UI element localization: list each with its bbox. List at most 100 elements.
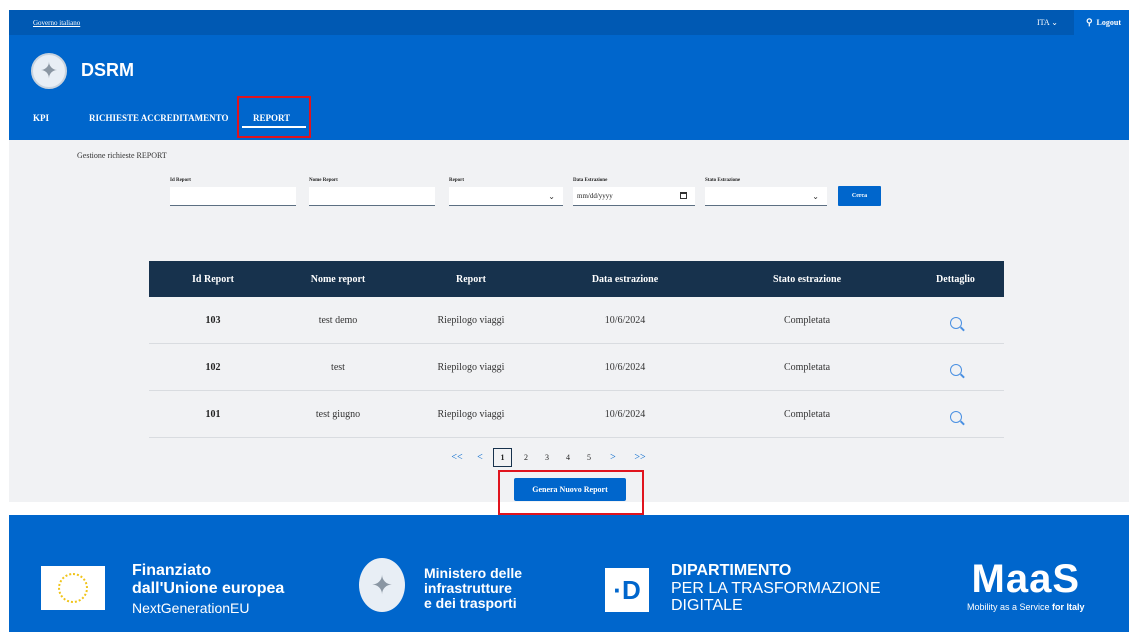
data-estrazione-input[interactable]: mm/dd/yyyy	[573, 187, 695, 206]
cell-dettaglio	[907, 356, 1004, 379]
dtd-logo-text: ·D	[613, 574, 641, 605]
eu-line3: NextGenerationEU	[132, 600, 250, 616]
cell-data-estrazione: 10/6/2024	[604, 361, 646, 373]
mit-line2: infrastrutture	[424, 580, 512, 596]
report-table: Id Report Nome report Report Data estraz…	[149, 261, 1004, 438]
logout-button[interactable]: ⚲ Logout	[1073, 10, 1129, 35]
language-selector[interactable]: ITA ⌄	[1037, 18, 1058, 27]
stato-estrazione-label: Stato Estrazione	[705, 178, 741, 183]
cell-dettaglio	[907, 309, 1004, 332]
brand-title: DSRM	[81, 60, 134, 80]
search-button[interactable]: Cerca	[838, 186, 881, 206]
report-filter: Report ⌄	[449, 178, 563, 206]
search-icon[interactable]	[949, 410, 962, 423]
user-icon: ⚲	[1085, 17, 1093, 27]
ministry-emblem-icon: ✦	[359, 558, 405, 612]
cell-data-estrazione: 10/6/2024	[604, 408, 646, 420]
report-label: Report	[449, 178, 464, 183]
column-header: Dettaglio	[936, 273, 975, 285]
pagination-next[interactable]: >	[596, 452, 630, 463]
cell-data-estrazione: 10/6/2024	[604, 314, 646, 326]
column-header: Stato estrazione	[772, 273, 842, 285]
column-header: Id Report	[192, 273, 234, 285]
cell-nome-report: test demo	[318, 314, 358, 326]
pagination-first[interactable]: <<	[447, 452, 467, 463]
calendar-icon[interactable]	[680, 192, 687, 199]
ministry-text: Ministero delle infrastrutture e dei tra…	[424, 566, 522, 611]
nav-item-richieste-accreditamento[interactable]: RICHIESTE ACCREDITAMENTO	[89, 113, 228, 123]
maas-tag-bold: for Italy	[1052, 602, 1085, 612]
search-icon[interactable]	[949, 316, 962, 329]
government-link[interactable]: Governo italiano	[33, 19, 80, 27]
highlight-box-generate-button	[498, 470, 644, 515]
eu-funding-text: Finanziato dall'Unione europea NextGener…	[132, 562, 284, 618]
eu-line2: dall'Unione europea	[132, 580, 285, 597]
mit-line3: e dei trasporti	[424, 595, 517, 611]
search-icon[interactable]	[949, 363, 962, 376]
top-bar-right: ITA ⌄ ⚲ Logout	[1037, 10, 1129, 35]
top-bar: Governo italiano ITA ⌄ ⚲ Logout	[9, 10, 1129, 35]
data-estrazione-filter: Data Estrazione mm/dd/yyyy	[573, 178, 695, 206]
eu-flag-icon	[41, 566, 105, 610]
id-report-filter: Id Report	[170, 178, 296, 206]
section-title: Gestione richieste REPORT	[77, 151, 167, 160]
highlight-box-report-tab	[237, 96, 311, 138]
pagination-page[interactable]: 3	[540, 453, 554, 462]
maas-logo-text: MaaS	[971, 557, 1081, 601]
stato-estrazione-select[interactable]: ⌄	[705, 187, 827, 206]
column-header: Data estrazione	[591, 273, 659, 285]
table-row: 102 test Riepilogo viaggi 10/6/2024 Comp…	[149, 344, 1004, 391]
cell-stato-estrazione: Completata	[783, 408, 831, 420]
table-header: Id Report Nome report Report Data estraz…	[149, 261, 1004, 297]
stato-estrazione-filter: Stato Estrazione ⌄	[705, 178, 827, 206]
dtd-line1: DIPARTIMENTO	[671, 562, 792, 579]
pagination-prev[interactable]: <	[467, 452, 493, 463]
header: ✦ DSRM KPI RICHIESTE ACCREDITAMENTO REPO…	[9, 35, 1129, 140]
cell-report: Riepilogo viaggi	[437, 314, 505, 326]
table-row: 101 test giugno Riepilogo viaggi 10/6/20…	[149, 391, 1004, 438]
chevron-down-icon: ⌄	[812, 192, 819, 201]
pagination-last[interactable]: >>	[630, 452, 650, 463]
nav-item-kpi[interactable]: KPI	[33, 113, 49, 123]
cell-id-report: 101	[205, 408, 221, 420]
table-row: 103 test demo Riepilogo viaggi 10/6/2024…	[149, 297, 1004, 344]
cell-id-report: 103	[205, 314, 221, 326]
main-content: Gestione richieste REPORT Id Report Nome…	[9, 140, 1129, 515]
pagination-page[interactable]: 2	[512, 453, 540, 462]
eu-stars-ring	[58, 573, 88, 603]
cell-id-report: 102	[205, 361, 221, 373]
cell-dettaglio	[907, 403, 1004, 426]
data-estrazione-label: Data Estrazione	[573, 178, 608, 183]
cell-nome-report: test	[331, 361, 345, 373]
nome-report-filter: Nome Report	[309, 178, 435, 206]
dtd-text: DIPARTIMENTO PER LA TRASFORMAZIONE DIGIT…	[671, 562, 881, 614]
eu-line1: Finanziato	[132, 562, 212, 579]
cell-stato-estrazione: Completata	[783, 314, 831, 326]
dtd-line3: DIGITALE	[671, 597, 743, 614]
pagination: << < 1 2 3 4 5 > >>	[447, 448, 650, 467]
dtd-line2: PER LA TRASFORMAZIONE	[671, 580, 881, 597]
cell-stato-estrazione: Completata	[783, 361, 831, 373]
pagination-page-current[interactable]: 1	[493, 448, 512, 467]
chevron-down-icon: ⌄	[548, 192, 555, 201]
cell-report: Riepilogo viaggi	[437, 408, 505, 420]
column-header: Report	[456, 273, 486, 285]
pagination-page[interactable]: 4	[554, 453, 582, 462]
mit-line1: Ministero delle	[424, 565, 523, 581]
logout-label: Logout	[1096, 18, 1121, 27]
maas-logo: MaaS Mobility as a Service for Italy	[967, 557, 1085, 613]
id-report-input[interactable]	[170, 187, 296, 206]
cell-report: Riepilogo viaggi	[437, 361, 505, 373]
report-select[interactable]: ⌄	[449, 187, 563, 206]
id-report-label: Id Report	[170, 178, 191, 183]
column-header: Nome report	[310, 273, 366, 285]
nome-report-input[interactable]	[309, 187, 435, 206]
cell-nome-report: test giugno	[315, 408, 361, 420]
pagination-page[interactable]: 5	[582, 453, 596, 462]
nome-report-label: Nome Report	[309, 178, 338, 183]
date-placeholder: mm/dd/yyyy	[577, 192, 613, 200]
republic-emblem-icon: ✦	[31, 53, 67, 89]
maas-tag-text: Mobility as a Service	[967, 602, 1050, 612]
dtd-logo-icon: ·D	[605, 568, 649, 612]
footer: Finanziato dall'Unione europea NextGener…	[9, 515, 1129, 632]
